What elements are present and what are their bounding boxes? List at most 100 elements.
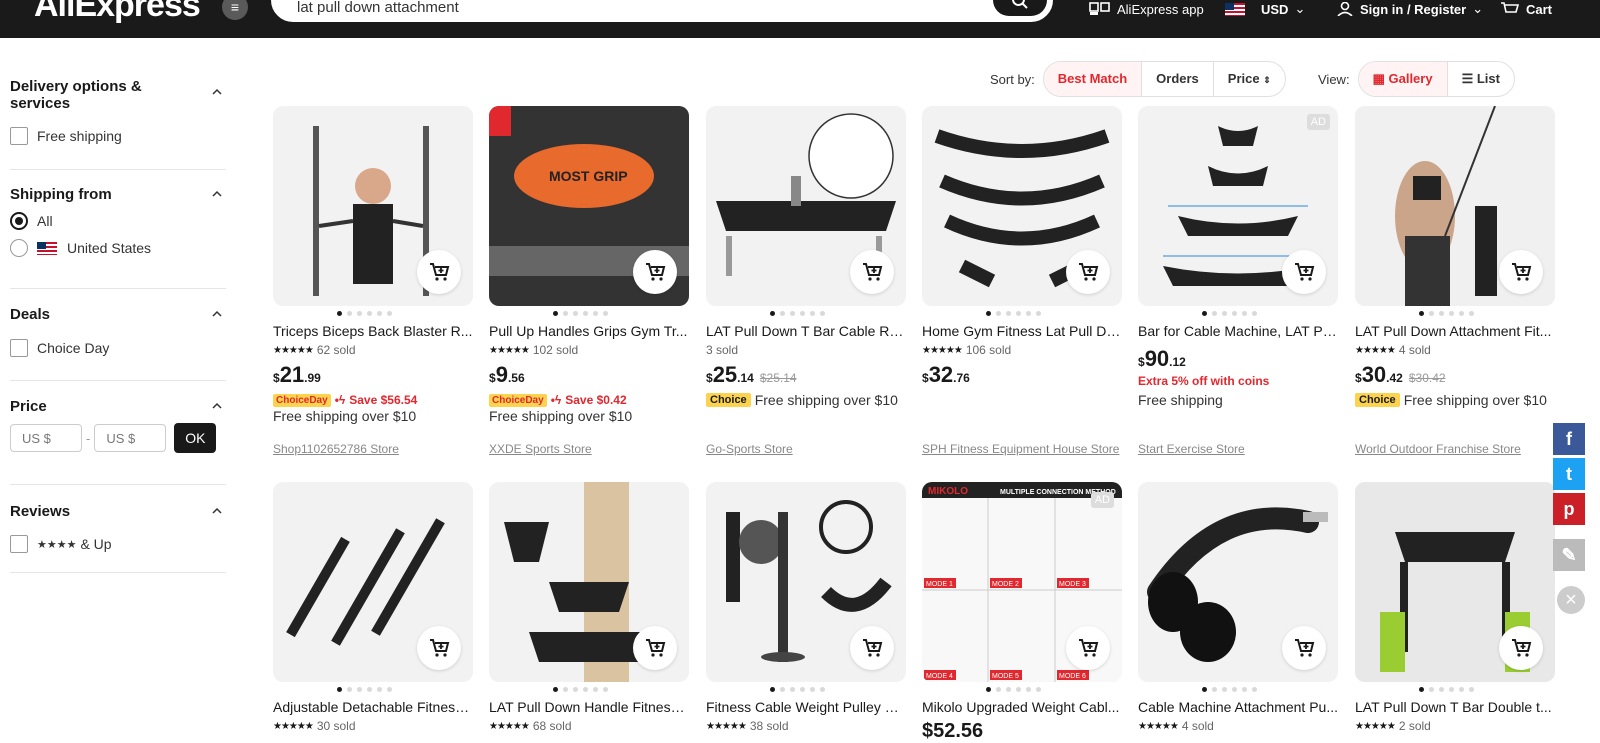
product-title[interactable]: LAT Pull Down T Bar Double t... [1355, 699, 1555, 715]
add-to-cart-button[interactable] [1282, 250, 1326, 294]
carousel-dot[interactable] [593, 311, 598, 316]
carousel-dot[interactable] [347, 311, 352, 316]
carousel-dot[interactable] [1016, 311, 1021, 316]
carousel-dot[interactable] [337, 311, 342, 316]
carousel-dot[interactable] [1449, 311, 1454, 316]
carousel-dot[interactable] [603, 687, 608, 692]
product-image[interactable] [706, 106, 906, 306]
product-title[interactable]: Cable Machine Attachment Pu... [1138, 699, 1338, 715]
carousel-dot[interactable] [1429, 687, 1434, 692]
price-min-input[interactable]: US $ [10, 424, 82, 452]
search-input[interactable] [295, 0, 959, 17]
carousel-dot[interactable] [573, 687, 578, 692]
delivery-filter-title[interactable]: Delivery options & services [10, 72, 180, 112]
carousel-dot[interactable] [387, 311, 392, 316]
carousel-dot[interactable] [780, 687, 785, 692]
carousel-dot[interactable] [996, 687, 1001, 692]
carousel-dot[interactable] [1222, 311, 1227, 316]
view-gallery[interactable]: ▦ Gallery [1358, 62, 1448, 96]
product-image[interactable] [1355, 106, 1555, 306]
store-link[interactable]: XXDE Sports Store [489, 442, 592, 456]
carousel-dot[interactable] [1252, 687, 1257, 692]
carousel-dot[interactable] [1006, 687, 1011, 692]
product-image[interactable] [922, 106, 1122, 306]
pinterest-share-icon[interactable]: p [1553, 493, 1585, 525]
four-star-option[interactable]: ★★★★ & Up [10, 531, 226, 557]
carousel-dot[interactable] [377, 687, 382, 692]
carousel-dot[interactable] [1026, 687, 1031, 692]
add-to-cart-button[interactable] [1499, 250, 1543, 294]
carousel-dot[interactable] [593, 687, 598, 692]
carousel-dot[interactable] [357, 311, 362, 316]
sort-best-match[interactable]: Best Match [1043, 62, 1143, 96]
product-image[interactable]: MOST GRIP [489, 106, 689, 306]
carousel-dot[interactable] [573, 311, 578, 316]
carousel-dot[interactable] [1459, 687, 1464, 692]
product-image[interactable] [1355, 482, 1555, 682]
add-to-cart-button[interactable] [417, 250, 461, 294]
product-title[interactable]: Fitness Cable Weight Pulley Sy... [706, 699, 906, 715]
facebook-share-icon[interactable]: f [1553, 423, 1585, 455]
carousel-dot[interactable] [1202, 311, 1207, 316]
carousel-dot[interactable] [770, 687, 775, 692]
carousel-dot[interactable] [1469, 687, 1474, 692]
carousel-dot[interactable] [986, 687, 991, 692]
free-shipping-option[interactable]: Free shipping [10, 123, 226, 149]
carousel-dot[interactable] [1459, 311, 1464, 316]
carousel-dot[interactable] [1252, 311, 1257, 316]
carousel-dot[interactable] [820, 687, 825, 692]
store-link[interactable]: Start Exercise Store [1138, 442, 1245, 456]
carousel-dot[interactable] [553, 311, 558, 316]
carousel-dot[interactable] [800, 687, 805, 692]
product-title[interactable]: Adjustable Detachable Fitness... [273, 699, 473, 715]
add-to-cart-button[interactable] [633, 250, 677, 294]
carousel-dot[interactable] [1036, 311, 1041, 316]
twitter-share-icon[interactable]: t [1553, 458, 1585, 490]
search-bar[interactable] [271, 0, 1053, 22]
four-star-checkbox[interactable] [10, 535, 28, 553]
carousel-dot[interactable] [1439, 311, 1444, 316]
carousel-dot[interactable] [790, 687, 795, 692]
product-image[interactable] [1138, 482, 1338, 682]
sort-orders[interactable]: Orders [1142, 62, 1214, 96]
add-to-cart-button[interactable] [850, 250, 894, 294]
carousel-dot[interactable] [1449, 687, 1454, 692]
carousel-dot[interactable] [1419, 311, 1424, 316]
add-to-cart-button[interactable] [850, 626, 894, 670]
store-link[interactable]: Go-Sports Store [706, 442, 793, 456]
close-icon[interactable]: × [1557, 586, 1585, 614]
product-title[interactable]: LAT Pull Down Handle Fitness ... [489, 699, 689, 715]
sort-price[interactable]: Price ⇕ [1214, 62, 1285, 96]
add-to-cart-button[interactable] [1499, 626, 1543, 670]
carousel-dot[interactable] [800, 311, 805, 316]
cart-link[interactable]: Cart [1500, 0, 1552, 18]
carousel-dot[interactable] [1036, 687, 1041, 692]
carousel-dot[interactable] [1419, 687, 1424, 692]
product-image[interactable] [273, 482, 473, 682]
product-title[interactable]: LAT Pull Down T Bar Cable Ro... [706, 323, 906, 339]
menu-icon[interactable]: ≡ [222, 0, 248, 20]
carousel-dot[interactable] [563, 311, 568, 316]
currency-selector[interactable]: USD ⌄ [1225, 0, 1305, 18]
carousel-dot[interactable] [1232, 311, 1237, 316]
carousel-dot[interactable] [1212, 687, 1217, 692]
carousel-dot[interactable] [1242, 687, 1247, 692]
carousel-dot[interactable] [1242, 311, 1247, 316]
carousel-dot[interactable] [553, 687, 558, 692]
shipping-from-title[interactable]: Shipping from [10, 170, 226, 203]
product-title[interactable]: Bar for Cable Machine, LAT Pu... [1138, 323, 1338, 339]
carousel-dot[interactable] [1222, 687, 1227, 692]
carousel-dot[interactable] [1429, 311, 1434, 316]
product-image[interactable]: AD [1138, 106, 1338, 306]
product-image[interactable]: MIKOLO MULTIPLE CONNECTION METHOD MODE 1 MO… [922, 482, 1122, 682]
carousel-dot[interactable] [583, 311, 588, 316]
carousel-dot[interactable] [790, 311, 795, 316]
store-link[interactable]: SPH Fitness Equipment House Store [922, 442, 1119, 456]
choice-day-option[interactable]: Choice Day [10, 335, 226, 361]
ship-from-us-radio[interactable] [10, 239, 28, 257]
carousel-dot[interactable] [387, 687, 392, 692]
price-max-input[interactable]: US $ [94, 424, 167, 452]
add-to-cart-button[interactable] [417, 626, 461, 670]
product-title[interactable]: Home Gym Fitness Lat Pull Do... [922, 323, 1122, 339]
store-link[interactable]: Shop1102652786 Store [273, 442, 399, 456]
